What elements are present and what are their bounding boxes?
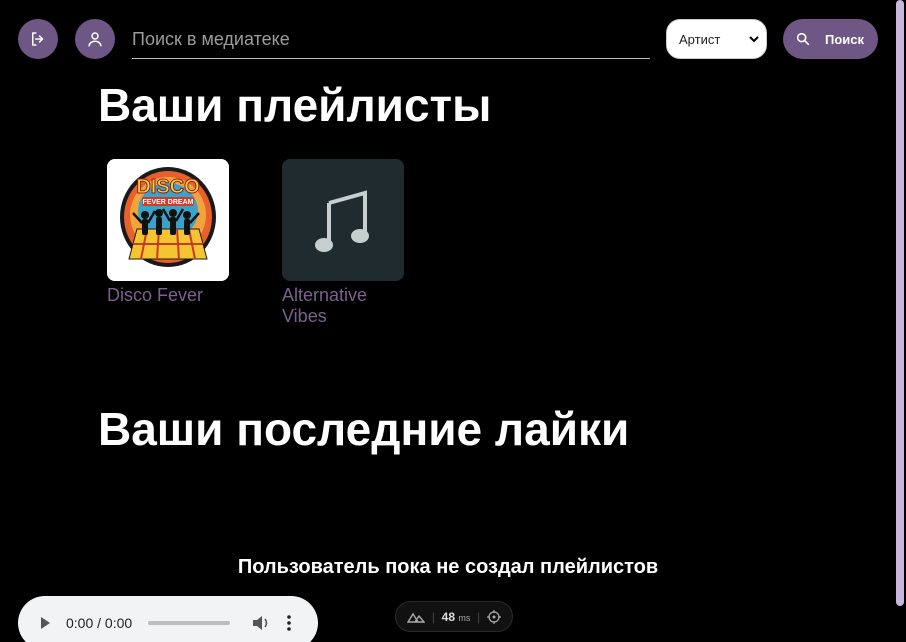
user-icon [88,32,102,47]
search-placeholder: Поиск в медиатеке [132,28,290,49]
playlist-card[interactable]: DISCO FEVER DREAM Disco Fever [107,159,229,306]
crosshair-icon[interactable] [486,609,501,624]
search-input[interactable]: Поиск в медиатеке [132,20,650,59]
play-icon[interactable] [38,616,52,630]
audio-player[interactable]: 0:00 / 0:00 [18,596,318,642]
profile-button[interactable] [75,19,115,59]
search-button[interactable]: Поиск [783,19,878,59]
scrollbar-thumb[interactable] [896,0,904,606]
playlist-title[interactable]: Alternative Vibes [282,285,382,327]
audio-progress-slider[interactable] [148,621,231,625]
filter-selected-value: Артист [679,31,721,47]
playlist-cover[interactable]: DISCO FEVER DREAM [107,159,229,281]
chevron-down-icon [749,36,759,43]
playlist-cover[interactable] [282,159,404,281]
playlist-card[interactable]: Alternative Vibes [282,159,404,327]
latency-readout: 48 ms [442,610,471,624]
more-options-icon[interactable] [286,615,292,631]
audio-time: 0:00 / 0:00 [66,615,133,631]
search-icon [796,32,810,46]
likes-heading: Ваши последние лайки [98,403,630,455]
devtools-bar[interactable]: | 48 ms | [395,601,513,632]
playlists-heading: Ваши плейлисты [98,79,492,131]
svg-text:FEVER DREAM: FEVER DREAM [143,199,194,206]
search-button-label: Поиск [825,31,865,47]
svg-text:DISCO: DISCO [136,176,199,198]
playlist-title[interactable]: Disco Fever [107,285,207,306]
logout-icon [32,32,44,46]
filter-select[interactable]: Артист [666,19,767,59]
nuxt-logo-icon[interactable] [407,611,426,623]
latency-value: 48 [441,609,455,624]
logout-button[interactable] [18,19,58,59]
latency-unit: ms [458,612,471,623]
disco-fever-artwork: DISCO FEVER DREAM [107,159,229,281]
empty-state-message: Пользователь пока не создал плейлистов [237,556,659,578]
music-note-icon [315,190,369,252]
volume-icon[interactable] [252,615,270,631]
